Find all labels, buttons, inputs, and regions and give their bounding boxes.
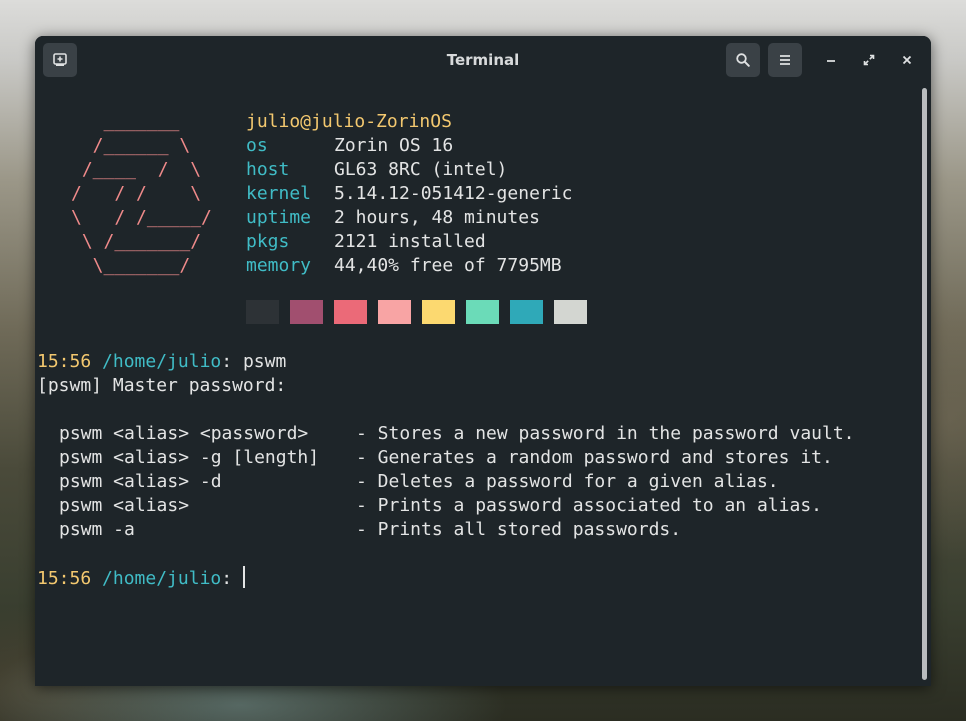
- info-value: 2121 installed: [334, 231, 486, 252]
- close-icon: [902, 55, 912, 65]
- palette-swatch: [290, 300, 323, 324]
- neofetch-info: julio@julio-ZorinOS os Zorin OS 16 host GL…: [246, 110, 572, 278]
- usage-command: pswm <alias> -g [length]: [59, 447, 320, 468]
- minimize-button[interactable]: [814, 43, 848, 77]
- info-value: 5.14.12-051412-generic: [334, 183, 573, 204]
- prompt-command: pswm: [242, 351, 287, 372]
- info-row-host: host GL63 8RC (intel): [246, 158, 572, 182]
- prompt-path: /home/julio: [102, 568, 222, 589]
- hamburger-menu-icon: [780, 55, 790, 65]
- usage-command: pswm -a: [59, 519, 135, 540]
- info-row-memory: memory 44,40% free of 7795MB: [246, 254, 572, 278]
- usage-command: pswm <alias>: [59, 495, 190, 516]
- menu-button[interactable]: [768, 43, 802, 77]
- prompt-time: 15:56: [37, 351, 92, 372]
- palette-swatch: [378, 300, 411, 324]
- info-row-uptime: uptime 2 hours, 48 minutes: [246, 206, 572, 230]
- info-key: os: [246, 135, 268, 156]
- info-value: 44,40% free of 7795MB: [334, 255, 562, 276]
- info-row-os: os Zorin OS 16: [246, 134, 572, 158]
- info-key: memory: [246, 255, 312, 276]
- search-icon: [736, 53, 750, 67]
- usage-description: - Stores a new password in the password …: [356, 423, 855, 444]
- info-key: kernel: [246, 183, 312, 204]
- palette-swatch: [246, 300, 279, 324]
- palette-swatch: [422, 300, 455, 324]
- search-button[interactable]: [726, 43, 760, 77]
- usage-row: pswm <alias> <password> - Stores a new pa…: [59, 422, 855, 446]
- info-value: Zorin OS 16: [334, 135, 454, 156]
- master-password-line: [pswm] Master password:: [37, 375, 287, 396]
- info-value: 2 hours, 48 minutes: [334, 207, 540, 228]
- info-row-pkgs: pkgs 2121 installed: [246, 230, 572, 254]
- terminal-scrollbar[interactable]: [922, 88, 927, 680]
- usage-description: - Prints a password associated to an ali…: [356, 495, 822, 516]
- usage-row: pswm -a - Prints all stored passwords.: [59, 518, 681, 542]
- usage-command: pswm <alias> -d: [59, 471, 222, 492]
- palette-swatch: [334, 300, 367, 324]
- new-tab-button[interactable]: [43, 43, 77, 77]
- usage-row: pswm <alias> -d - Deletes a password for …: [59, 470, 779, 494]
- usage-command: pswm <alias> <password>: [59, 423, 309, 444]
- terminal-window[interactable]: Terminal _______ /______ \ /____ / \ / /…: [35, 36, 931, 686]
- info-row-kernel: kernel 5.14.12-051412-generic: [246, 182, 572, 206]
- prompt-separator: :: [221, 351, 233, 372]
- user-host: julio@julio-ZorinOS: [246, 111, 452, 132]
- new-tab-icon: [53, 53, 67, 66]
- close-button[interactable]: [890, 43, 924, 77]
- info-key: uptime: [246, 207, 312, 228]
- usage-row: pswm <alias> -g [length] - Generates a ra…: [59, 446, 833, 470]
- info-key: host: [246, 159, 290, 180]
- terminal-output[interactable]: _______ /______ \ /____ / \ / / / \ \ / …: [37, 110, 917, 680]
- text-cursor: [242, 566, 245, 588]
- usage-row: pswm <alias> - Prints a password associat…: [59, 494, 822, 518]
- prompt-separator: :: [221, 568, 233, 589]
- minimize-icon: [827, 60, 835, 62]
- palette-swatch: [466, 300, 499, 324]
- titlebar[interactable]: Terminal: [35, 36, 931, 84]
- usage-description: - Deletes a password for a given alias.: [356, 471, 779, 492]
- prompt-line: 15:56 /home/julio: pswm: [37, 350, 286, 374]
- prompt-path: /home/julio: [102, 351, 222, 372]
- palette-swatch: [554, 300, 587, 324]
- prompt-line-active[interactable]: 15:56 /home/julio:: [37, 566, 245, 590]
- zorin-ascii-logo: _______ /______ \ /____ / \ / / / \ \ / …: [71, 111, 212, 276]
- usage-description: - Generates a random password and stores…: [356, 447, 833, 468]
- info-key: pkgs: [246, 231, 290, 252]
- info-value: GL63 8RC (intel): [334, 159, 508, 180]
- prompt-time: 15:56: [37, 568, 92, 589]
- maximize-icon: [863, 54, 875, 66]
- maximize-button[interactable]: [852, 43, 886, 77]
- usage-description: - Prints all stored passwords.: [356, 519, 682, 540]
- palette-swatch: [510, 300, 543, 324]
